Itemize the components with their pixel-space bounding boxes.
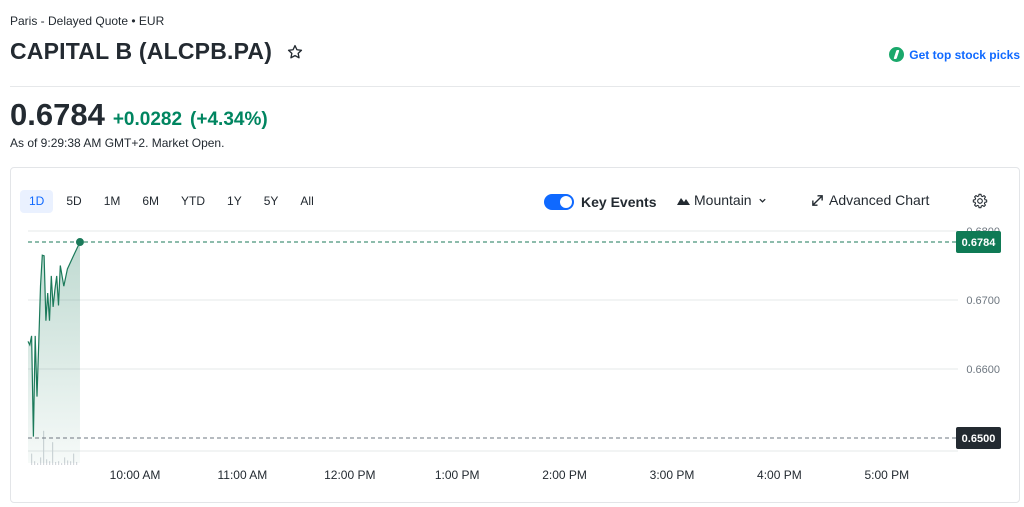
x-tick-label: 4:00 PM <box>757 468 802 482</box>
y-tick-label: 0.6700 <box>966 295 1000 307</box>
volume-bar <box>61 463 63 465</box>
current-price-tag-label: 0.6784 <box>962 237 997 249</box>
x-tick-label: 12:00 PM <box>324 468 375 482</box>
x-tick-label: 11:00 AM <box>217 468 267 482</box>
x-tick-label: 10:00 AM <box>110 468 161 482</box>
x-tick-label: 1:00 PM <box>435 468 480 482</box>
previous-close-tag-label: 0.6500 <box>962 433 996 445</box>
x-tick-label: 5:00 PM <box>864 468 909 482</box>
x-tick-label: 3:00 PM <box>650 468 695 482</box>
current-point <box>75 238 84 247</box>
volume-bar <box>37 463 39 465</box>
y-tick-label: 0.6600 <box>966 364 1000 376</box>
x-tick-label: 2:00 PM <box>542 468 587 482</box>
price-chart[interactable]: 0.68000.67000.66000.67840.650010:00 AM11… <box>0 0 1024 507</box>
